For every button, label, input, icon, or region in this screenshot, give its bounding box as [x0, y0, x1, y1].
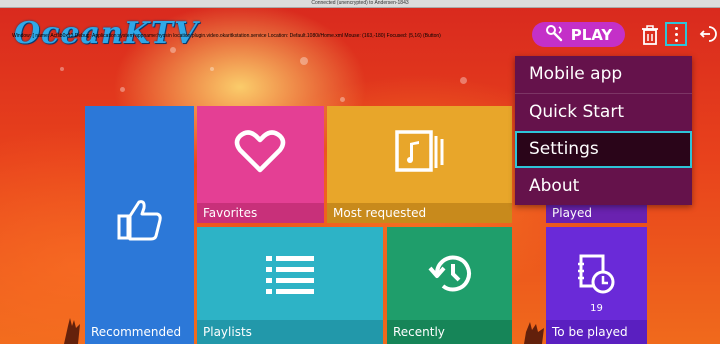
tile-to-be-played[interactable]: 19 To be played — [546, 227, 647, 344]
list-icon — [266, 256, 314, 294]
window-title: Connected (unencrypted) to Andersen-1843 — [0, 0, 720, 8]
overflow-menu: Mobile app Quick Start Settings About — [515, 56, 692, 205]
more-vertical-icon[interactable] — [665, 22, 687, 46]
history-icon — [428, 255, 471, 292]
tile-most-requested[interactable]: Most requested — [327, 106, 512, 223]
microphone-icon — [545, 24, 565, 46]
menu-item-about[interactable]: About — [515, 168, 692, 205]
queue-clock-icon — [578, 254, 615, 294]
exit-icon[interactable] — [698, 24, 718, 44]
heart-icon — [234, 130, 286, 173]
tile-played-label: Played — [546, 203, 647, 223]
tile-recently-requested-label: Recently requested — [387, 320, 512, 344]
tile-recommended-label: Recommended — [91, 325, 182, 339]
play-label: PLAY — [570, 25, 613, 44]
tile-to-be-played-label: To be played — [546, 320, 647, 344]
tile-recently-requested[interactable]: Recently requested — [387, 227, 512, 344]
menu-item-settings[interactable]: Settings — [515, 131, 692, 168]
thumbs-up-icon — [117, 200, 162, 241]
trash-icon[interactable] — [639, 24, 661, 46]
tile-favorites-label: Favorites — [197, 203, 324, 223]
crowd-silhouette — [64, 318, 80, 344]
tile-most-requested-label: Most requested — [327, 203, 512, 223]
play-button[interactable]: PLAY — [532, 22, 625, 47]
menu-item-quick-start[interactable]: Quick Start — [515, 94, 692, 131]
crowd-silhouette-right — [524, 322, 544, 344]
tile-playlists-label: Playlists — [197, 320, 383, 344]
debug-text: Window: [ name: Actlib0x13 Debug: Applic… — [12, 33, 441, 39]
tile-recommended[interactable]: Recommended — [85, 106, 194, 344]
tile-playlists[interactable]: Playlists — [197, 227, 383, 344]
music-album-icon — [395, 130, 444, 172]
menu-item-mobile-app[interactable]: Mobile app — [515, 56, 692, 93]
to-be-played-count: 19 — [590, 303, 603, 314]
tile-favorites[interactable]: Favorites — [197, 106, 324, 223]
